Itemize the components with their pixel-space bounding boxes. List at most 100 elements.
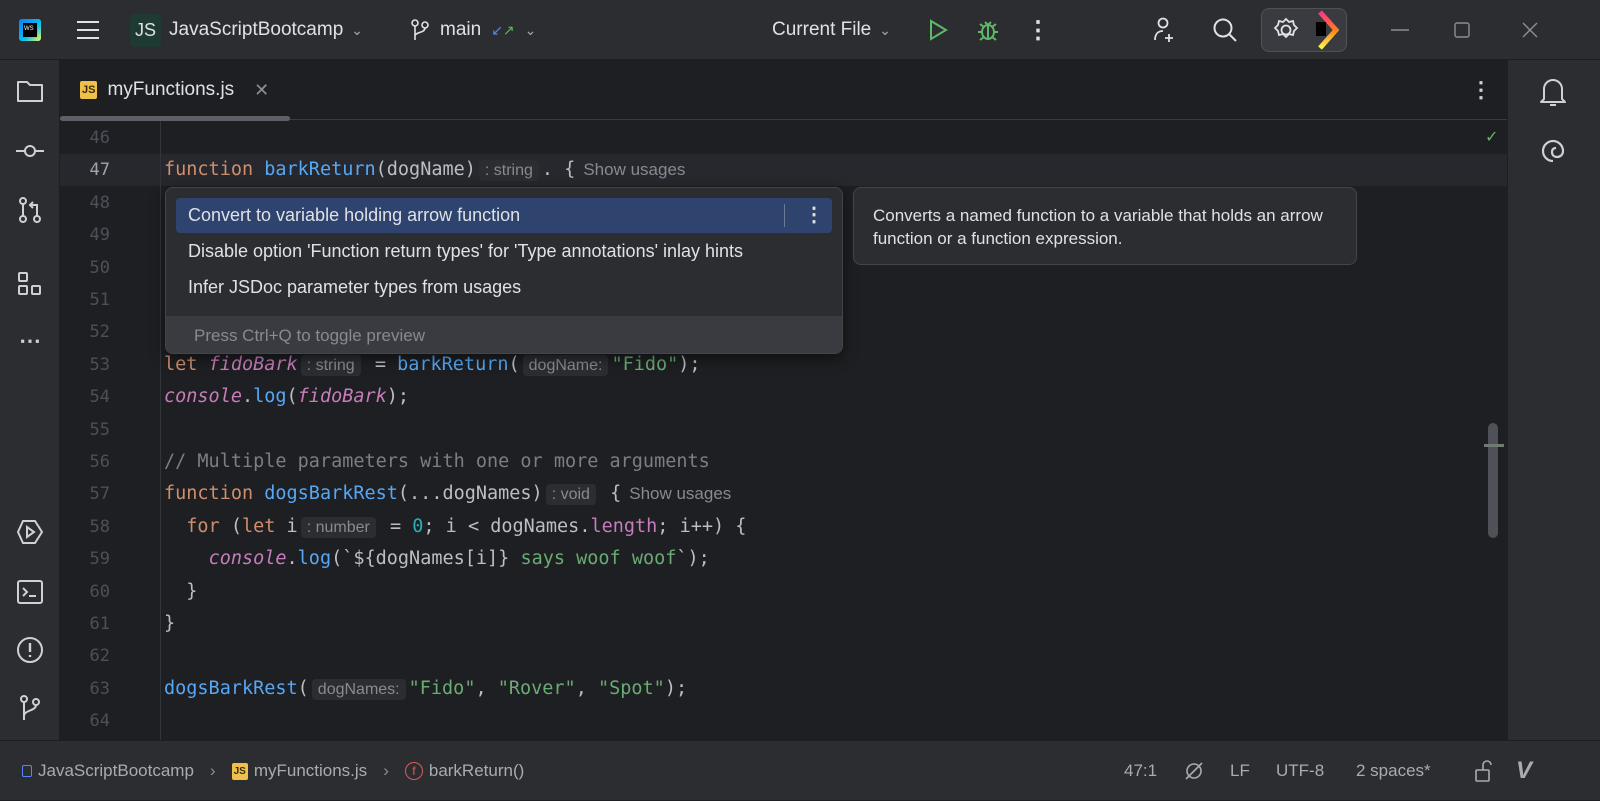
ai-assistant-icon[interactable]: [1308, 10, 1340, 50]
breadcrumb: JavaScriptBootcamp › JS myFunctions.js ›…: [22, 741, 524, 801]
project-name: JavaScriptBootcamp: [169, 19, 344, 40]
branch-icon: [411, 19, 429, 40]
keyword: let: [164, 353, 209, 375]
code-token: . {: [541, 159, 576, 181]
add-user-icon[interactable]: [1150, 0, 1180, 60]
project-badge: JS: [130, 13, 162, 47]
intention-item-label: Disable option 'Function return types' f…: [188, 241, 744, 261]
intention-item-convert-arrow[interactable]: Convert to variable holding arrow functi…: [176, 198, 832, 233]
code-token: =: [378, 515, 413, 537]
breadcrumb-function[interactable]: barkReturn(): [429, 761, 524, 781]
settings-icon[interactable]: [1272, 16, 1300, 44]
git-icon[interactable]: [15, 693, 45, 723]
js-file-icon: JS: [80, 81, 98, 99]
function-name: log: [297, 548, 332, 570]
search-icon[interactable]: [1210, 0, 1240, 60]
problems-icon[interactable]: [15, 635, 45, 665]
notifications-icon[interactable]: [1538, 76, 1568, 108]
intention-item-infer-jsdoc[interactable]: Infer JSDoc parameter types from usages: [176, 270, 832, 305]
breadcrumb-file[interactable]: myFunctions.js: [254, 761, 367, 781]
webstorm-logo-icon[interactable]: WS: [18, 0, 42, 60]
maximize-icon[interactable]: [1450, 0, 1474, 60]
code-token: =: [363, 353, 398, 375]
pull-requests-icon[interactable]: [15, 195, 45, 225]
intention-item-disable-inlay[interactable]: Disable option 'Function return types' f…: [176, 234, 832, 269]
keyword: for: [186, 515, 231, 537]
editor-tab-bar: JS myFunctions.js ✕ ⋮: [60, 60, 1507, 121]
code-token: (: [230, 515, 242, 537]
indent-setting[interactable]: 2 spaces*: [1356, 741, 1431, 801]
more-icon[interactable]: ⋯: [15, 328, 45, 354]
variable: fidoBark: [208, 353, 298, 375]
line-number: 63: [89, 678, 110, 699]
gutter-divider: [160, 121, 161, 740]
breadcrumb-project[interactable]: JavaScriptBootcamp: [38, 761, 194, 781]
structure-icon[interactable]: [15, 269, 45, 299]
line-number: 54: [89, 387, 110, 408]
ai-completion-off-icon[interactable]: [1183, 741, 1205, 801]
code-line: for (let i: number = 0; i < dogNames.len…: [164, 511, 746, 543]
run-config-label: Current File: [772, 19, 872, 40]
comment: // Multiple parameters with one or more …: [164, 451, 710, 472]
line-number: 51: [89, 290, 110, 310]
line-number: 50: [89, 257, 110, 278]
hamburger-menu-icon[interactable]: [74, 0, 102, 60]
variable: console: [164, 386, 242, 408]
chevron-down-icon: ⌄: [879, 21, 891, 38]
code-line: function barkReturn(dogName): string. {S…: [164, 154, 685, 186]
show-usages-link[interactable]: Show usages: [583, 160, 685, 179]
string-literal: "Rover": [497, 677, 576, 699]
code-token: (: [297, 677, 309, 699]
inlay-hint: : string: [300, 354, 361, 376]
line-number: 47: [89, 160, 110, 181]
function-name: barkReturn: [397, 353, 509, 375]
code-token: `);: [676, 548, 710, 570]
debug-icon[interactable]: [974, 0, 1002, 60]
code-token: (`${dogNames[i]}: [331, 548, 510, 570]
run-config-selector[interactable]: Current File ⌄: [772, 0, 891, 60]
terminal-icon[interactable]: [15, 577, 45, 607]
minimize-icon[interactable]: [1385, 0, 1415, 60]
incoming-outgoing-icon: ↙↗: [491, 21, 515, 38]
show-usages-link[interactable]: Show usages: [629, 484, 731, 503]
code-token: );: [664, 677, 688, 699]
code-token: ,: [475, 677, 498, 699]
ai-icon[interactable]: [1538, 136, 1568, 166]
run-icon[interactable]: [925, 0, 951, 60]
function-icon: f: [404, 762, 423, 780]
vertical-scrollbar[interactable]: [1488, 423, 1498, 538]
code-line: console.log(`${dogNames[i]} says woof wo…: [164, 543, 710, 575]
variable: fidoBark: [297, 386, 387, 408]
commit-icon[interactable]: [15, 137, 45, 165]
line-ending[interactable]: LF: [1230, 741, 1250, 801]
close-icon[interactable]: [1518, 0, 1542, 60]
function-name: log: [253, 386, 287, 408]
project-selector[interactable]: JS JavaScriptBootcamp ⌄: [130, 0, 363, 60]
left-tool-window-bar: ⋯: [0, 60, 60, 740]
line-number: 64: [89, 711, 110, 732]
code-token: (dogName): [375, 159, 476, 181]
branch-selector[interactable]: main ↙↗ ⌄: [410, 0, 536, 60]
tab-more-icon[interactable]: ⋮: [1470, 60, 1492, 120]
cursor-position[interactable]: 47:1: [1124, 741, 1157, 801]
scrollbar-marker: [1484, 444, 1504, 447]
project-icon[interactable]: [15, 77, 45, 105]
close-tab-icon[interactable]: ✕: [254, 80, 269, 101]
more-options-icon[interactable]: ⋮: [804, 198, 824, 233]
tab-myfunctions-js[interactable]: JS myFunctions.js ✕: [80, 60, 269, 120]
run-icon[interactable]: [15, 517, 45, 547]
line-number: 61: [89, 614, 110, 634]
read-write-lock-icon[interactable]: [1474, 741, 1492, 801]
more-icon[interactable]: ⋮: [1026, 0, 1050, 60]
status-bar: JavaScriptBootcamp › JS myFunctions.js ›…: [0, 740, 1600, 800]
no-problems-check-icon[interactable]: ✓: [1485, 127, 1498, 147]
keyword: function: [164, 159, 265, 181]
file-encoding[interactable]: UTF-8: [1276, 741, 1324, 801]
code-token: {: [598, 483, 622, 505]
number-literal: 0: [412, 515, 424, 537]
vim-icon[interactable]: V: [1516, 741, 1532, 801]
chevron-right-icon: ›: [383, 761, 389, 780]
property: length: [590, 515, 658, 537]
right-tool-window-bar: [1507, 60, 1600, 740]
